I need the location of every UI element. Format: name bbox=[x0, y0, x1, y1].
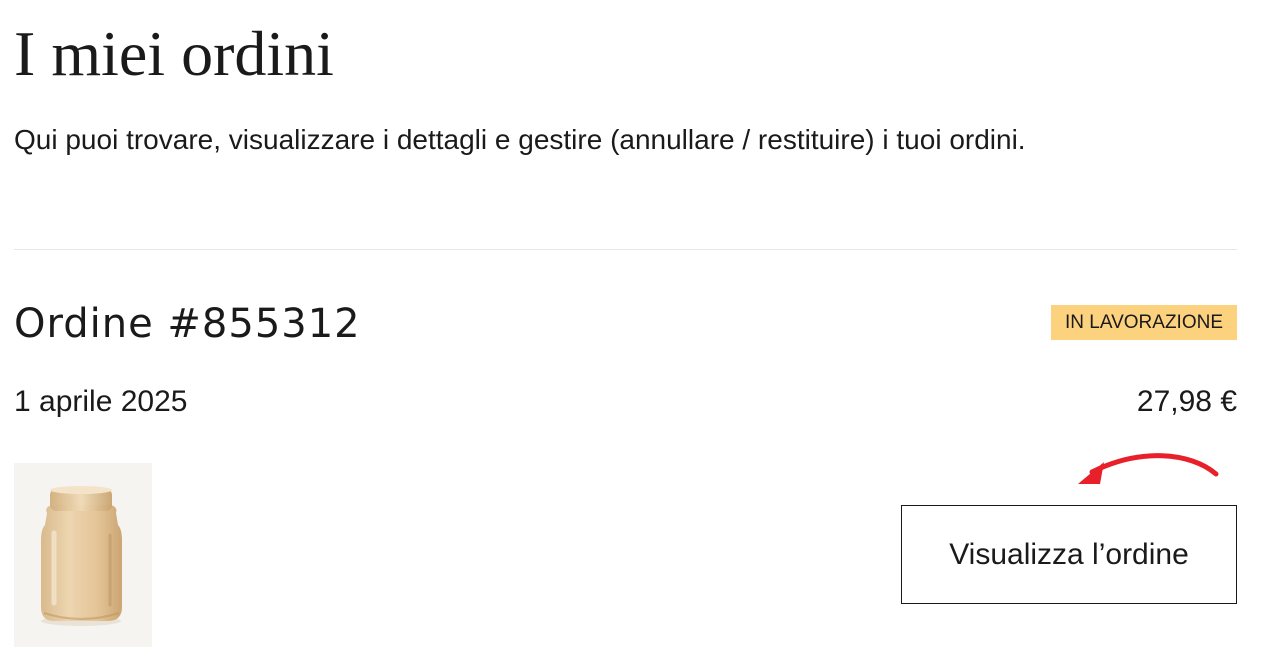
vase-image bbox=[41, 486, 122, 626]
order-total: 27,98 € bbox=[1136, 385, 1237, 418]
status-badge: IN LAVORAZIONE bbox=[1050, 305, 1237, 340]
order-date: 1 aprile 2025 bbox=[14, 385, 188, 418]
page-title: I miei ordini bbox=[14, 18, 334, 89]
order-number: Ordine #855312 bbox=[14, 301, 361, 347]
product-thumbnail[interactable] bbox=[14, 463, 152, 647]
divider bbox=[14, 249, 1237, 250]
view-order-button[interactable]: Visualizza l’ordine bbox=[901, 505, 1237, 604]
page-subtitle: Qui puoi trovare, visualizzare i dettagl… bbox=[14, 124, 1026, 155]
curved-arrow-icon bbox=[1078, 453, 1219, 484]
